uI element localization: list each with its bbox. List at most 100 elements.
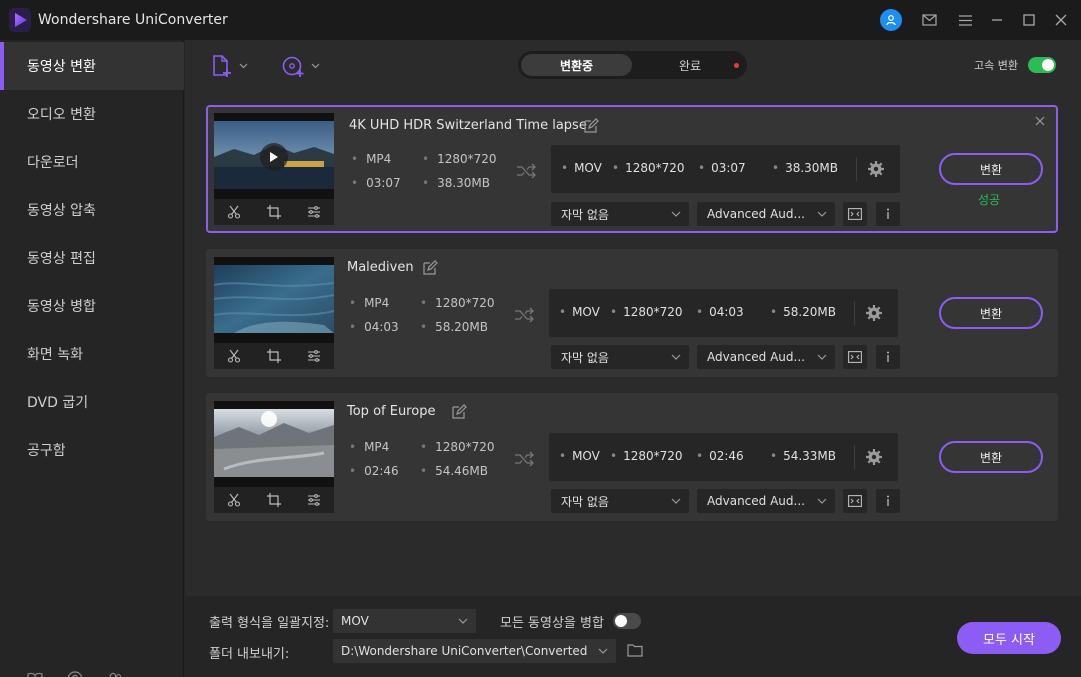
effects-icon[interactable]	[307, 205, 321, 219]
chevron-down-icon	[671, 211, 681, 217]
trim-icon[interactable]	[227, 205, 241, 219]
mail-icon[interactable]	[918, 9, 940, 31]
convert-button[interactable]: 변환	[939, 153, 1043, 185]
chevron-down-icon	[817, 498, 827, 504]
subtitle-edit-button[interactable]	[843, 489, 867, 513]
effects-icon[interactable]	[307, 349, 321, 363]
sidebar-item-video-edit[interactable]: 동영상 편집	[0, 234, 184, 282]
output-format: MOV	[561, 161, 602, 175]
sidebar-item-screen-record[interactable]: 화면 녹화	[0, 330, 184, 378]
high-speed-toggle[interactable]	[1028, 57, 1056, 73]
crop-icon[interactable]	[267, 493, 281, 507]
subtitle-select[interactable]: 자막 없음	[551, 345, 689, 369]
audio-select[interactable]: Advanced Aud...	[697, 345, 835, 369]
info-button[interactable]	[876, 202, 900, 226]
subtitle-select[interactable]: 자막 없음	[551, 202, 689, 226]
thumbnail-image	[214, 409, 334, 477]
tab-converting[interactable]: 변환중	[521, 54, 632, 76]
trim-icon[interactable]	[227, 349, 241, 363]
output-settings[interactable]: MOV 1280*720 04:03 58.20MB	[549, 289, 898, 337]
convert-arrow-icon	[515, 307, 534, 323]
main-panel: 변환중 완료 고속 변환 4K UHD HDR Switzerland Time…	[185, 40, 1081, 677]
audio-select[interactable]: Advanced Aud...	[697, 202, 835, 226]
thumbnail-tools	[214, 199, 334, 225]
edit-title-icon[interactable]	[422, 260, 438, 276]
video-thumbnail[interactable]	[214, 257, 334, 369]
gear-icon[interactable]	[867, 160, 885, 178]
subtitle-edit-button[interactable]	[843, 345, 867, 369]
chevron-down-icon	[817, 354, 827, 360]
subtitle-icon	[848, 495, 862, 507]
menu-icon[interactable]	[954, 9, 976, 31]
gear-icon[interactable]	[865, 448, 883, 466]
book-icon[interactable]	[26, 670, 44, 677]
status-tab-group: 변환중 완료	[518, 51, 747, 79]
output-folder-select[interactable]: D:\Wondershare UniConverter\Converted	[333, 639, 616, 663]
sidebar-item-dvd-burn[interactable]: DVD 굽기	[0, 378, 184, 426]
audio-select[interactable]: Advanced Aud...	[697, 489, 835, 513]
convert-arrow-icon	[515, 451, 534, 467]
file-card[interactable]: Top of Europe MP4 1280*720 02:46 54.46MB…	[206, 393, 1058, 521]
help-icon[interactable]	[66, 670, 84, 677]
maximize-icon[interactable]	[1018, 9, 1040, 31]
crop-icon[interactable]	[267, 349, 281, 363]
file-title: Malediven	[347, 260, 414, 275]
notification-dot	[734, 63, 739, 68]
tab-finished[interactable]: 완료	[636, 54, 744, 76]
video-thumbnail[interactable]	[214, 401, 334, 513]
output-folder-label: 폴더 내보내기:	[209, 647, 290, 662]
chevron-down-icon	[239, 61, 248, 72]
source-size: 54.46MB	[420, 464, 488, 478]
minimize-icon[interactable]	[986, 9, 1008, 31]
video-thumbnail[interactable]	[214, 113, 334, 225]
play-icon[interactable]	[260, 143, 288, 171]
convert-button[interactable]: 변환	[939, 441, 1043, 473]
remove-file-icon[interactable]	[1034, 115, 1046, 127]
add-files-button[interactable]	[211, 54, 248, 78]
source-size: 58.20MB	[420, 320, 488, 334]
sidebar-item-audio-convert[interactable]: 오디오 변환	[0, 90, 184, 138]
close-icon[interactable]	[1050, 9, 1072, 31]
output-settings[interactable]: MOV 1280*720 02:46 54.33MB	[549, 433, 898, 481]
crop-icon[interactable]	[267, 205, 281, 219]
source-format: MP4	[351, 152, 391, 166]
file-card[interactable]: Malediven MP4 1280*720 04:03 58.20MB MOV…	[206, 249, 1058, 377]
add-from-device-button[interactable]	[281, 54, 320, 78]
output-settings[interactable]: MOV 1280*720 03:07 38.30MB	[551, 145, 900, 193]
output-format-select[interactable]: MOV	[333, 609, 476, 633]
sidebar-item-video-convert[interactable]: 동영상 변환	[0, 42, 184, 90]
effects-icon[interactable]	[307, 493, 321, 507]
info-button[interactable]	[876, 345, 900, 369]
sidebar-item-video-merge[interactable]: 동영상 병합	[0, 282, 184, 330]
source-resolution: 1280*720	[422, 152, 496, 166]
convert-button[interactable]: 변환	[939, 297, 1043, 329]
chevron-down-icon	[598, 648, 608, 654]
start-all-button[interactable]: 모두 시작	[957, 622, 1061, 654]
chevron-down-icon	[458, 618, 468, 624]
thumbnail-tools	[214, 343, 334, 369]
thumbnail-tools	[214, 487, 334, 513]
sidebar-item-downloader[interactable]: 다운로더	[0, 138, 184, 186]
folder-icon[interactable]	[627, 643, 643, 657]
file-card[interactable]: 4K UHD HDR Switzerland Time lapse MP4 12…	[206, 105, 1058, 233]
file-title: Top of Europe	[347, 404, 436, 419]
edit-title-icon[interactable]	[583, 118, 599, 134]
subtitle-select[interactable]: 자막 없음	[551, 489, 689, 513]
trim-icon[interactable]	[227, 493, 241, 507]
gear-icon[interactable]	[865, 304, 883, 322]
merge-all-toggle[interactable]	[613, 613, 641, 629]
source-resolution: 1280*720	[420, 440, 494, 454]
subtitle-edit-button[interactable]	[843, 202, 867, 226]
sidebar-item-video-compress[interactable]: 동영상 압축	[0, 186, 184, 234]
source-size: 38.30MB	[422, 176, 490, 190]
account-icon[interactable]	[106, 670, 124, 677]
add-disc-icon	[282, 56, 304, 77]
sidebar-item-toolbox[interactable]: 공구함	[0, 426, 184, 474]
edit-title-icon[interactable]	[451, 404, 467, 420]
output-size: 38.30MB	[772, 161, 838, 175]
info-button[interactable]	[876, 489, 900, 513]
status-badge: 성공	[978, 193, 1001, 207]
source-format: MP4	[349, 440, 389, 454]
user-icon[interactable]	[880, 9, 902, 31]
title-bar: Wondershare UniConverter	[0, 0, 1081, 40]
